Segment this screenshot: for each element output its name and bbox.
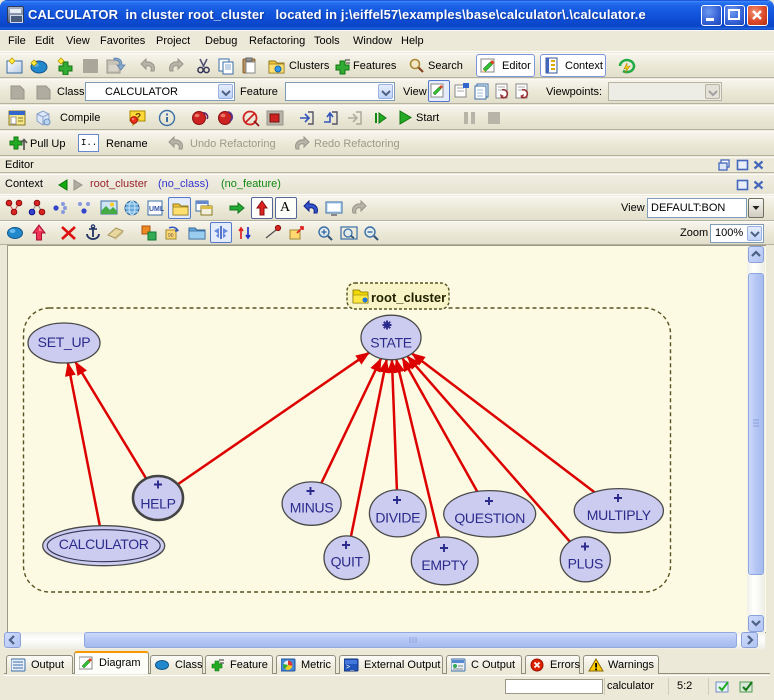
svg-text:EMPTY: EMPTY bbox=[421, 557, 469, 573]
svg-text:MULTIPLY: MULTIPLY bbox=[587, 507, 652, 523]
svg-text:CALCULATOR: CALCULATOR bbox=[59, 536, 149, 552]
svg-text:HELP: HELP bbox=[140, 495, 175, 511]
svg-text:UML: UML bbox=[149, 206, 164, 213]
svg-text:STATE: STATE bbox=[370, 334, 412, 350]
svg-text:PLUS: PLUS bbox=[568, 556, 603, 572]
svg-text:SET_UP: SET_UP bbox=[38, 334, 91, 350]
svg-text:>_: >_ bbox=[346, 664, 354, 671]
svg-text:root_cluster: root_cluster bbox=[371, 290, 446, 305]
svg-text:MINUS: MINUS bbox=[290, 499, 334, 515]
svg-text:QUIT: QUIT bbox=[331, 554, 364, 570]
svg-text:90: 90 bbox=[168, 233, 174, 239]
svg-text:DIVIDE: DIVIDE bbox=[375, 510, 420, 526]
svg-text:QUESTION: QUESTION bbox=[454, 510, 525, 526]
